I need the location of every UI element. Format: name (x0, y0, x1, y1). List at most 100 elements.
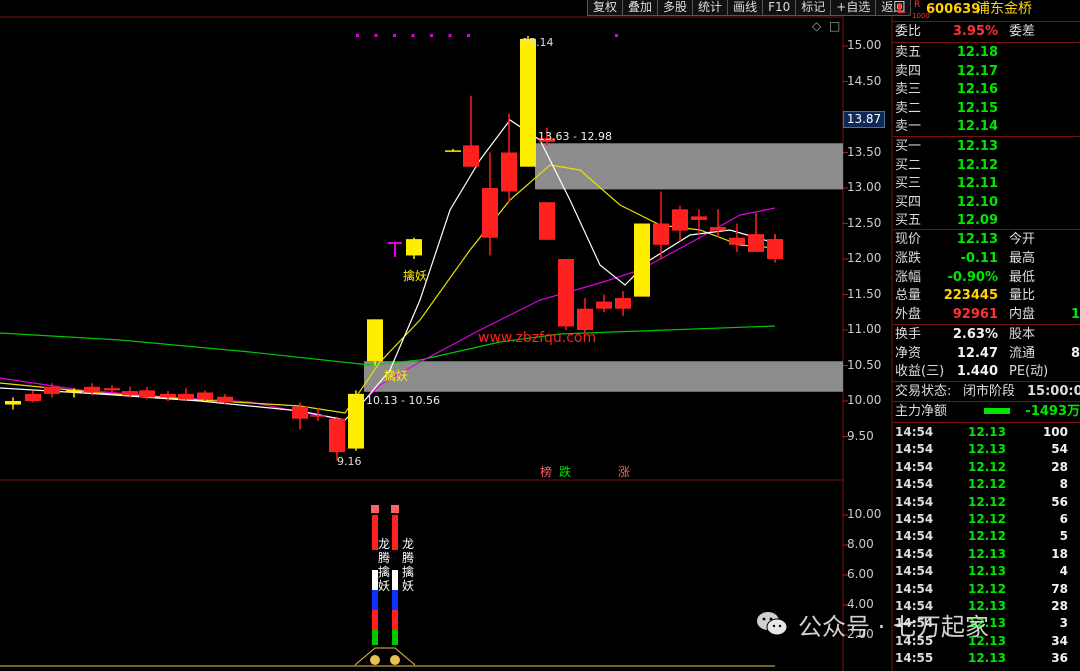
trade-volume: 8 (1059, 477, 1068, 492)
trade-volume: 3 (1059, 616, 1068, 631)
ask-price: 12.17 (956, 63, 998, 79)
candle (520, 36, 536, 167)
candle-body (348, 393, 364, 449)
candle (348, 390, 364, 451)
weibi-label: 委比 (895, 24, 922, 39)
trade-price: 12.12 (968, 459, 1006, 474)
candle-body (160, 393, 176, 398)
trade-volume: 28 (1051, 599, 1068, 613)
trade-row: 14:54 12.12 8 (893, 477, 1080, 494)
stat-label-2: 内盘 (1009, 307, 1036, 323)
bid-row[interactable]: 买三 12.11 (893, 174, 1080, 193)
trade-row: 14:54 12.13 18 (893, 547, 1080, 564)
restore-rights-button[interactable]: 复权 (587, 0, 624, 16)
indicator-arc (354, 647, 416, 666)
indicator-green-bar (372, 630, 378, 645)
trade-volume: 54 (1051, 442, 1068, 457)
candle (653, 191, 669, 259)
stat-value: -0.11 (960, 250, 998, 266)
ask-row[interactable]: 卖三 12.16 (893, 80, 1080, 99)
candle-body (178, 393, 194, 400)
candle (482, 152, 498, 256)
weibi-value: 3.95% (952, 24, 998, 39)
trade-volume: 6 (1059, 512, 1068, 526)
vertical-char: 擒 (402, 564, 414, 579)
signal-dot (393, 34, 396, 37)
trade-row: 14:55 12.13 36 (893, 651, 1080, 668)
site-watermark: www.zbzfqu.com (478, 330, 596, 346)
candle-body (501, 152, 517, 192)
kline-chart[interactable]: 15.149.1613.63 - 12.9810.13 - 10.56擒妖擒妖w… (0, 0, 893, 671)
candle-body (197, 392, 213, 400)
signal-dot (430, 34, 433, 37)
trade-row: 14:54 12.12 28 (893, 460, 1080, 477)
trade-volume: 34 (1051, 633, 1068, 648)
main-net-bar (984, 408, 1010, 414)
stock-header[interactable]: L R 1000 600639 浦东金桥 (893, 0, 1080, 20)
indicator-red-bar-2 (392, 610, 398, 630)
candle-body (367, 319, 383, 362)
price-tick-label: 10.00 (847, 393, 882, 407)
indicator-blue-bar (392, 590, 398, 610)
ask-row[interactable]: 卖五 12.18 (893, 43, 1080, 62)
add-favorite-button[interactable]: +自选 (830, 0, 877, 16)
signal-label-2: 擒妖 (384, 368, 408, 383)
trade-volume: 36 (1051, 651, 1068, 666)
ask-row[interactable]: 卖四 12.17 (893, 62, 1080, 81)
indicator-tick-label: 6.00 (847, 567, 874, 581)
trade-row: 14:54 12.12 5 (893, 529, 1080, 546)
trade-volume: 18 (1051, 546, 1068, 561)
statistics-button[interactable]: 统计 (692, 0, 729, 16)
indicator-green-bar (392, 630, 398, 645)
bid-row[interactable]: 买四 12.10 (893, 193, 1080, 212)
indicator-blue-bar (372, 590, 378, 610)
indicator-red-bar (392, 515, 398, 550)
stat-label-2: 最高 (1009, 250, 1036, 266)
l-marker: L (897, 2, 906, 17)
ask-price: 12.16 (956, 82, 998, 98)
main-net-value: -1493万 (1025, 404, 1080, 419)
price-tick-label: 10.50 (847, 357, 882, 372)
ask-price: 12.14 (956, 119, 998, 135)
candle (501, 113, 517, 203)
toolbar: 复权 叠加 多股 统计 画线 F10 标记 +自选 返回 (587, 0, 912, 17)
bid-row[interactable]: 买一 12.13 (893, 137, 1080, 156)
trade-status-row: 交易状态: 闭市阶段 15:00:03 (893, 382, 1080, 401)
current-price-label: 13.87 (843, 111, 885, 128)
trade-price: 12.13 (968, 425, 1006, 439)
ask-row[interactable]: 卖一 12.14 (893, 117, 1080, 136)
candle-body (615, 298, 631, 309)
multi-stock-button[interactable]: 多股 (657, 0, 694, 16)
bid-label: 买四 (895, 194, 922, 210)
candle-body (5, 401, 21, 405)
main-net-row: 主力净额 -1493万 (893, 402, 1080, 421)
vertical-char: 腾 (378, 550, 390, 565)
ask-row[interactable]: 卖二 12.15 (893, 99, 1080, 118)
signal-label-1: 擒妖 (403, 268, 427, 283)
diamond-icon[interactable]: ◇ (812, 19, 821, 33)
draw-line-button[interactable]: 画线 (727, 0, 764, 16)
mark-button[interactable]: 标记 (795, 0, 832, 16)
f10-button[interactable]: F10 (762, 0, 797, 16)
fund-value: 2.63% (952, 327, 998, 342)
bid-price: 12.11 (956, 176, 998, 192)
candle (25, 390, 41, 403)
signal-dot (448, 34, 452, 37)
fund-label-2: 股本 (1009, 327, 1036, 342)
vertical-char: 擒 (378, 564, 390, 579)
trade-status-label: 交易状态: (895, 384, 952, 399)
wechat-icon (757, 612, 788, 636)
trade-price: 12.13 (968, 564, 1006, 579)
bid-row[interactable]: 买五 12.09 (893, 211, 1080, 230)
vertical-char: 妖 (402, 579, 414, 593)
square-icon[interactable]: □ (829, 19, 840, 33)
stat-row: 外盘 92961 内盘 1 (893, 305, 1080, 324)
ask-label: 卖一 (895, 119, 922, 135)
fund-label: 收益(三) (895, 364, 945, 380)
bid-price: 12.12 (956, 157, 998, 173)
trade-time: 14:54 (895, 459, 934, 474)
overlay-button[interactable]: 叠加 (622, 0, 659, 16)
signal-dot (374, 34, 378, 37)
bid-row[interactable]: 买二 12.12 (893, 156, 1080, 175)
trade-volume: 5 (1059, 529, 1068, 544)
